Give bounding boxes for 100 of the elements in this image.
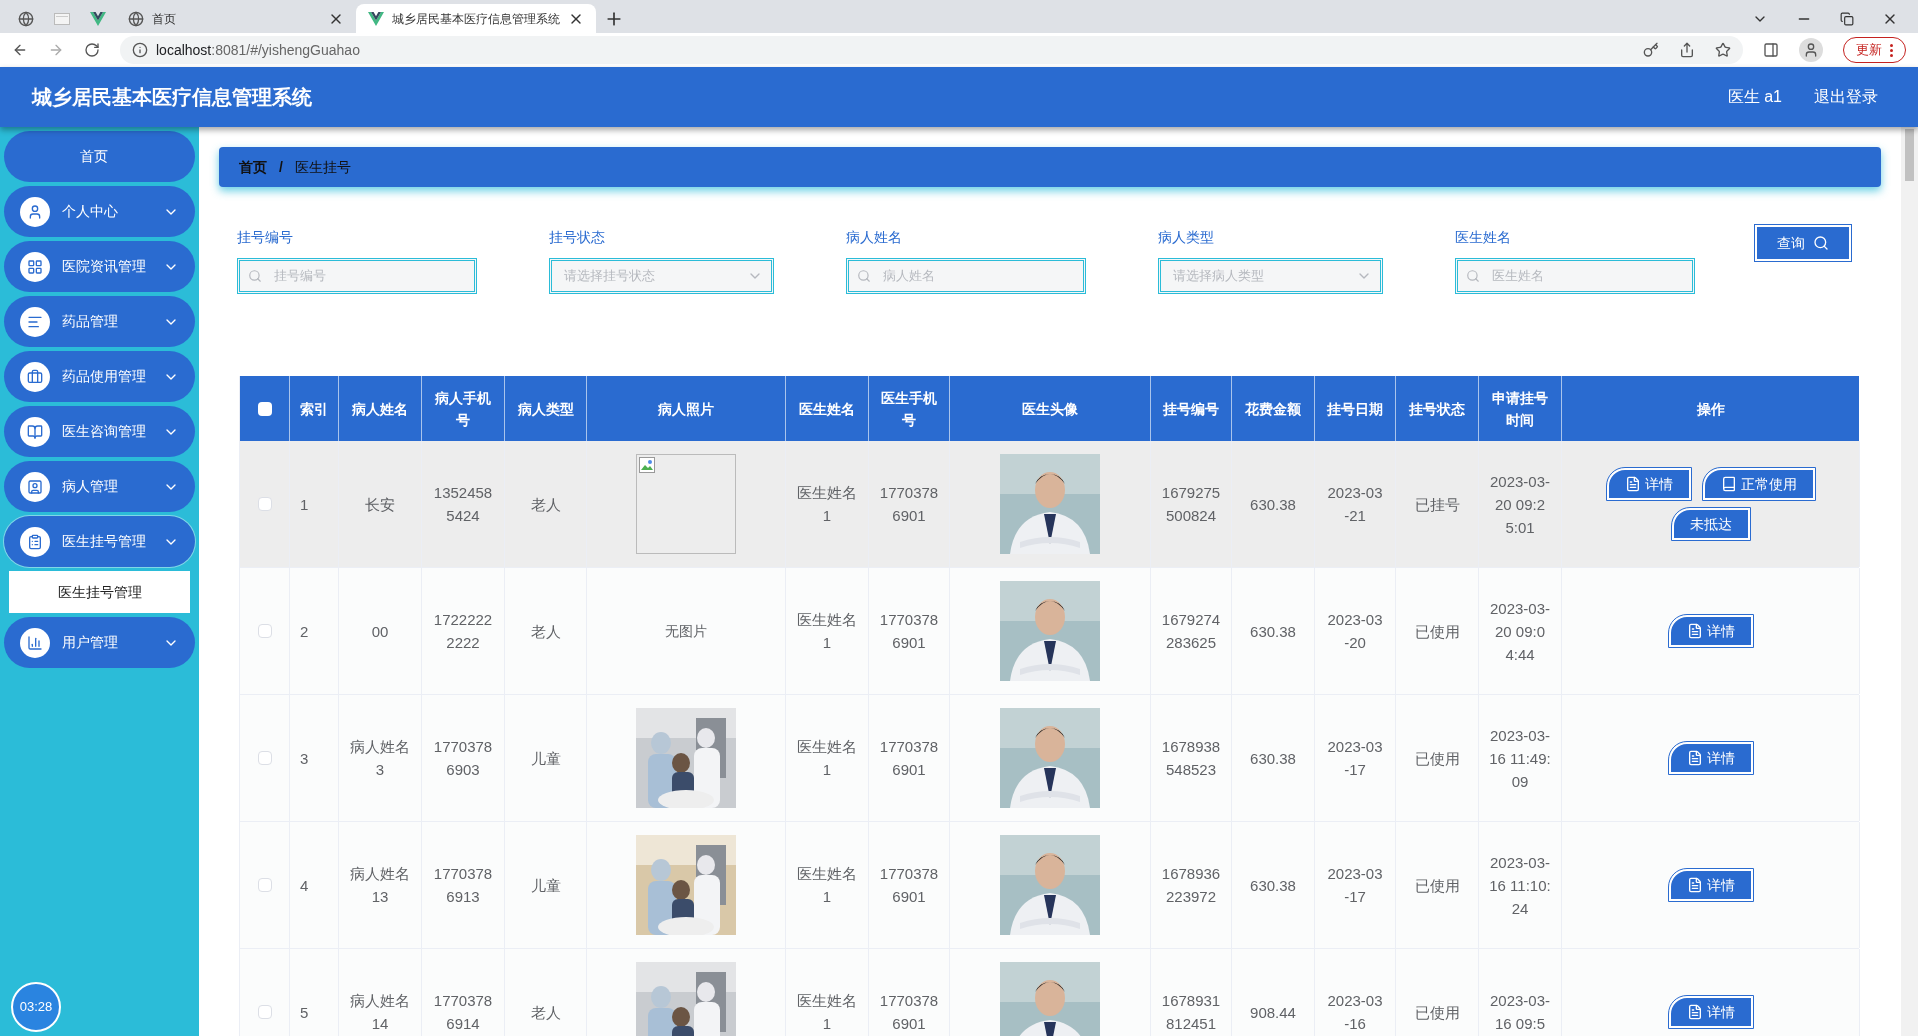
table-cell: 2023-03-16 11:10:24 [1479,822,1562,948]
star-icon[interactable] [1715,42,1731,58]
grid-icon [20,251,50,282]
document-icon [1624,476,1641,492]
table-cell: 儿童 [505,695,587,821]
sidebar-item[interactable]: 医生挂号管理 [4,516,195,567]
action-button[interactable]: 未抵达 [1671,508,1750,540]
table-cell: 17703786914 [422,949,505,1036]
action-button[interactable]: 详情 [1668,742,1753,774]
document-icon [1686,877,1703,893]
table-cell: 老人 [505,441,587,567]
table-cell: 2023-03-17 [1315,822,1396,948]
table-cell: 已使用 [1396,949,1479,1036]
table-cell: 已使用 [1396,695,1479,821]
scrollbar[interactable] [1901,127,1918,1036]
restore-icon[interactable] [1840,12,1854,26]
table-cell: 13524585424 [422,441,505,567]
table-cell: 医生姓名1 [786,695,869,821]
logout-link[interactable]: 退出登录 [1814,85,1878,109]
sidebar-item[interactable]: 用户管理 [4,617,195,668]
filter-label: 病人类型 [1158,228,1215,247]
table-cell: 3 [290,695,339,821]
table-cell: 已使用 [1396,822,1479,948]
action-button[interactable]: 正常使用 [1702,468,1815,500]
table-cell: 630.38 [1232,568,1315,694]
table-cell: 已挂号 [1396,441,1479,567]
sidebar-item[interactable]: 药品管理 [4,296,195,347]
filter-label: 挂号编号 [237,228,294,247]
table-cell: 1678931812451 [1151,949,1232,1036]
sidebar-item[interactable]: 首页 [4,131,195,182]
table-cell: 17703786901 [869,822,950,948]
address-bar[interactable]: localhost:8081/#/yishengGuahao [120,36,1743,64]
table-cell: 2023-03-16 [1315,949,1396,1036]
key-icon[interactable] [1643,42,1659,58]
row-checkbox[interactable] [257,878,272,892]
book-icon [20,416,50,447]
row-checkbox[interactable] [257,624,272,638]
side-panel-icon[interactable] [1763,42,1779,58]
search-button[interactable]: 查询 [1755,225,1851,261]
back-icon[interactable] [12,42,28,58]
document-icon [1686,1004,1703,1020]
sidebar-item[interactable]: 药品使用管理 [4,351,195,402]
table-cell: 17703786901 [869,695,950,821]
table-cell: 630.38 [1232,695,1315,821]
table-cell: 2023-03-16 09:5 [1479,949,1562,1036]
page-icon [54,12,70,25]
action-button[interactable]: 详情 [1606,468,1691,500]
table-cell: 1678936223972 [1151,822,1232,948]
sidebar-item[interactable]: 医院资讯管理 [4,241,195,292]
browser-tab[interactable]: 城乡居民基本医疗信息管理系统 [356,4,596,33]
sidebar-item[interactable]: 医生咨询管理 [4,406,195,457]
table-cell: 2023-03-17 [1315,695,1396,821]
table-cell: 5 [290,949,339,1036]
row-checkbox[interactable] [257,751,272,765]
sidebar-subitem[interactable]: 医生挂号管理 [9,571,190,613]
breadcrumb-item[interactable]: 首页 [239,156,267,178]
reload-icon[interactable] [84,42,100,58]
document-icon [1686,750,1703,766]
globe-icon [128,10,144,27]
broken-image-icon [636,454,736,554]
table-cell: 17703786901 [869,568,950,694]
filter-label: 挂号状态 [549,228,606,247]
row-checkbox[interactable] [257,497,272,511]
user-name: 医生 a1 [1727,87,1782,107]
person-icon [20,196,50,227]
breadcrumb-separator: / [279,157,283,177]
table-cell: 医生姓名1 [786,822,869,948]
search-icon [248,269,262,283]
filter-label: 病人姓名 [846,228,903,247]
clock-badge: 03:28 [11,982,61,1032]
globe-icon [18,10,34,27]
table-cell: 17222222222 [422,568,505,694]
table-cell: 病人姓名3 [339,695,422,821]
share-icon[interactable] [1679,42,1695,58]
browser-tab[interactable]: 首页 [116,4,356,33]
v-logo-icon [368,11,384,26]
table-cell: 00 [339,568,422,694]
table-cell: 630.38 [1232,822,1315,948]
table-cell: 医生姓名1 [786,568,869,694]
book-icon [1720,476,1737,492]
table-cell: 2023-03-21 [1315,441,1396,567]
profile-icon[interactable] [1799,38,1823,62]
app-title: 城乡居民基本医疗信息管理系统 [32,85,312,110]
briefcase-icon [20,361,50,392]
breadcrumb-item: 医生挂号 [294,157,351,177]
table-cell: 2 [290,568,339,694]
table-cell: 病人姓名14 [339,949,422,1036]
action-button[interactable]: 详情 [1668,996,1753,1028]
v-logo-icon [90,11,106,26]
select-all-checkbox[interactable] [257,401,272,416]
clipboard-icon [20,526,50,557]
search-icon [857,269,871,283]
sidebar-item[interactable]: 病人管理 [4,461,195,512]
sidebar-item[interactable]: 个人中心 [4,186,195,237]
action-button[interactable]: 详情 [1668,869,1753,901]
table-cell: 908.44 [1232,949,1315,1036]
table-cell: 2023-03-20 09:25:01 [1479,441,1562,567]
action-button[interactable]: 详情 [1668,615,1753,647]
row-checkbox[interactable] [257,1005,272,1019]
list-icon [20,306,50,337]
